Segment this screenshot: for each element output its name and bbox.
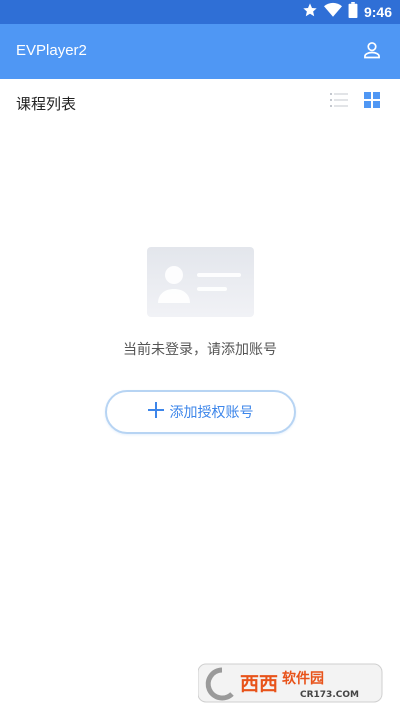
watermark-name: 西西 (240, 673, 278, 695)
list-view-icon (330, 92, 348, 112)
empty-message: 当前未登录，请添加账号 (123, 342, 277, 358)
battery-icon (348, 2, 358, 22)
section-header: 课程列表 (0, 79, 400, 125)
watermark-site: CR173.COM (300, 690, 359, 700)
add-account-button[interactable]: 添加授权账号 (105, 390, 296, 434)
person-icon (362, 40, 382, 64)
status-icons: 9:46 (302, 2, 392, 22)
watermark-logo: 西西 软件园 CR173.COM (197, 660, 384, 704)
plus-icon (147, 402, 164, 422)
list-view-button[interactable] (328, 91, 350, 113)
section-title: 课程列表 (16, 95, 77, 113)
app-bar: EVPlayer2 (0, 24, 400, 79)
status-time: 9:46 (363, 4, 392, 20)
profile-button[interactable] (358, 38, 386, 66)
app-title: EVPlayer2 (16, 42, 87, 59)
id-card-icon (147, 247, 254, 317)
grid-view-icon (364, 92, 380, 112)
status-bar: 9:46 (0, 0, 400, 24)
grid-view-button[interactable] (361, 91, 383, 113)
add-account-label: 添加授权账号 (169, 405, 254, 421)
star-icon (302, 2, 318, 22)
wifi-icon (323, 2, 342, 22)
watermark-name-tail: 软件园 (282, 670, 324, 687)
